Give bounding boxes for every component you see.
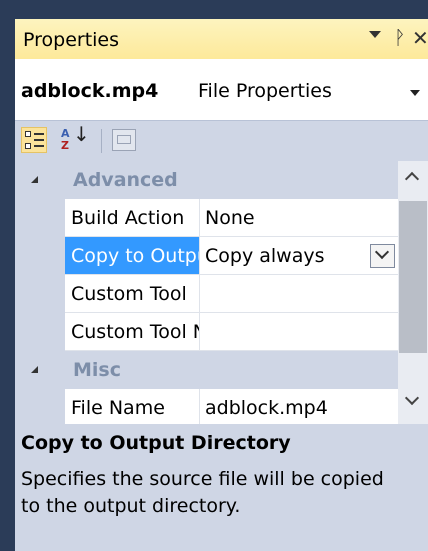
categorized-icon[interactable] [21, 127, 47, 153]
property-value[interactable]: None [200, 199, 398, 237]
category-row-misc[interactable]: Misc [15, 351, 398, 389]
property-pages-icon[interactable] [112, 129, 136, 151]
property-row[interactable]: Custom Tool Namespace [15, 313, 398, 351]
chevron-down-icon [374, 244, 390, 260]
scroll-down-icon[interactable] [404, 390, 420, 406]
window-title: Properties [23, 29, 120, 51]
close-icon[interactable]: ✕ [412, 26, 428, 50]
description-title: Copy to Output Directory [21, 432, 291, 454]
property-name: File Name [65, 389, 199, 424]
object-type: File Properties [198, 80, 332, 102]
chevron-down-icon[interactable] [410, 90, 420, 96]
property-row[interactable]: Custom Tool [15, 275, 398, 313]
collapse-icon[interactable] [31, 366, 38, 373]
property-row[interactable]: Build Action None [15, 199, 398, 237]
property-name: Copy to Output Directory [65, 237, 199, 275]
property-value[interactable] [200, 275, 398, 313]
scroll-thumb[interactable] [399, 201, 427, 353]
alpha-z: Z [61, 139, 69, 152]
category-row-advanced[interactable]: Advanced [15, 161, 398, 199]
property-row-selected[interactable]: Copy to Output Directory Copy always [15, 237, 398, 275]
property-value[interactable]: adblock.mp4 [200, 389, 398, 424]
property-value[interactable]: Copy always [200, 237, 398, 275]
property-grid[interactable]: Advanced Build Action None Copy to Outpu… [15, 161, 398, 424]
description-text: Specifies the source file will be copied… [21, 468, 384, 517]
sort-arrow-icon: ↓ [73, 122, 90, 146]
dropdown-icon[interactable] [369, 31, 381, 38]
property-value[interactable] [200, 313, 398, 351]
property-name: Custom Tool [65, 275, 199, 313]
alphabetical-icon[interactable]: A Z ↓ [59, 122, 90, 153]
category-label: Advanced [73, 169, 178, 191]
object-selector[interactable]: adblock.mp4 File Properties [15, 59, 428, 121]
collapse-icon[interactable] [31, 176, 38, 183]
object-name: adblock.mp4 [21, 80, 159, 102]
value-dropdown-button[interactable] [370, 244, 395, 268]
title-bar: Properties ᚹ ✕ [15, 19, 428, 59]
alpha-a: A [61, 127, 70, 140]
category-label: Misc [73, 359, 121, 381]
description-pane: Copy to Output Directory Specifies the s… [15, 428, 428, 551]
properties-window: Properties ᚹ ✕ adblock.mp4 File Properti… [15, 19, 428, 551]
vertical-scrollbar[interactable] [398, 161, 428, 424]
pin-icon[interactable]: ᚹ [394, 27, 405, 49]
toolbar: A Z ↓ [15, 121, 428, 161]
scroll-up-icon[interactable] [404, 171, 420, 187]
property-name: Custom Tool Namespace [65, 313, 199, 351]
property-row[interactable]: File Name adblock.mp4 [15, 389, 398, 424]
property-name: Build Action [65, 199, 199, 237]
toolbar-separator [101, 129, 102, 153]
